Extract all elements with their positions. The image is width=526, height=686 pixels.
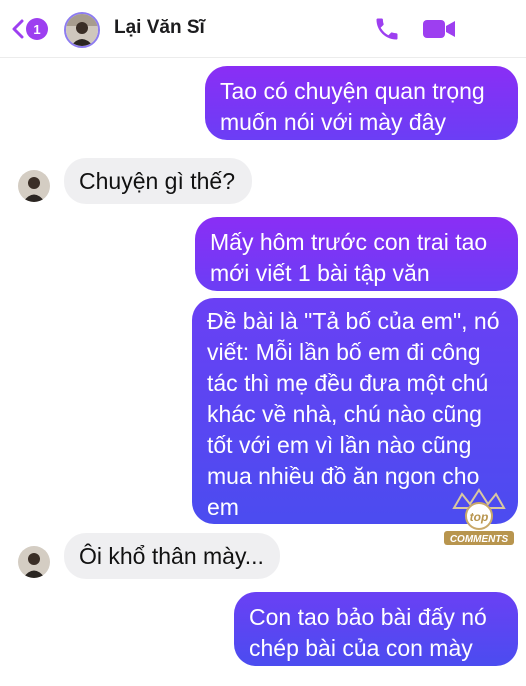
avatar-image: [66, 14, 98, 46]
chat-header: 1 Lại Văn Sĩ: [0, 0, 526, 58]
message-text: Ôi khổ thân mày...: [79, 543, 264, 569]
message-text-line: Con tao bảo bài đấy nó: [249, 604, 487, 630]
sender-avatar[interactable]: [18, 546, 50, 578]
message-text-line: muốn nói với mày đây: [220, 109, 447, 135]
message-text-line: Đề bài là "Tả bố của em", nó: [207, 308, 500, 334]
message-bubble-outgoing[interactable]: Tao có chuyện quan trọng muốn nói với mà…: [205, 66, 518, 140]
watermark-text-bottom: COMMENTS: [450, 534, 509, 545]
message-text-line: tốt với em vì lần nào cũng: [207, 432, 472, 458]
message-bubble-incoming[interactable]: Chuyện gì thế?: [64, 158, 252, 204]
message-text-line: Tao có chuyện quan trọng: [220, 78, 485, 104]
avatar-image: [18, 170, 50, 202]
message-text-line: chép bài của con mày: [249, 635, 473, 661]
sender-avatar[interactable]: [18, 170, 50, 202]
message-text-line: khác về nhà, chú nào cũng: [207, 401, 482, 427]
message-bubble-outgoing[interactable]: Con tao bảo bài đấy nó chép bài của con …: [234, 592, 518, 666]
message-text-line: tác thì mẹ đều đưa một chú: [207, 370, 489, 396]
message-text: Chuyện gì thế?: [79, 168, 236, 194]
watermark-text-top: top: [470, 510, 489, 524]
topcomments-watermark-logo: top COMMENTS: [444, 488, 514, 545]
contact-avatar[interactable]: [64, 12, 100, 48]
message-text-line: Mấy hôm trước con trai tao: [210, 229, 488, 255]
chevron-left-icon: [12, 19, 24, 39]
message-bubble-incoming[interactable]: Ôi khổ thân mày...: [64, 533, 280, 579]
phone-icon[interactable]: [373, 15, 401, 43]
avatar-image: [18, 546, 50, 578]
message-bubble-outgoing[interactable]: Mấy hôm trước con trai tao mới viết 1 bà…: [195, 217, 518, 291]
message-text-line: mới viết 1 bài tập văn: [210, 260, 430, 286]
video-camera-icon[interactable]: [421, 15, 457, 43]
unread-badge: 1: [26, 18, 48, 40]
contact-name[interactable]: Lại Văn Sĩ: [114, 17, 205, 39]
back-button[interactable]: 1: [12, 15, 48, 43]
message-text-line: viết: Mỗi lần bố em đi công: [207, 339, 481, 365]
